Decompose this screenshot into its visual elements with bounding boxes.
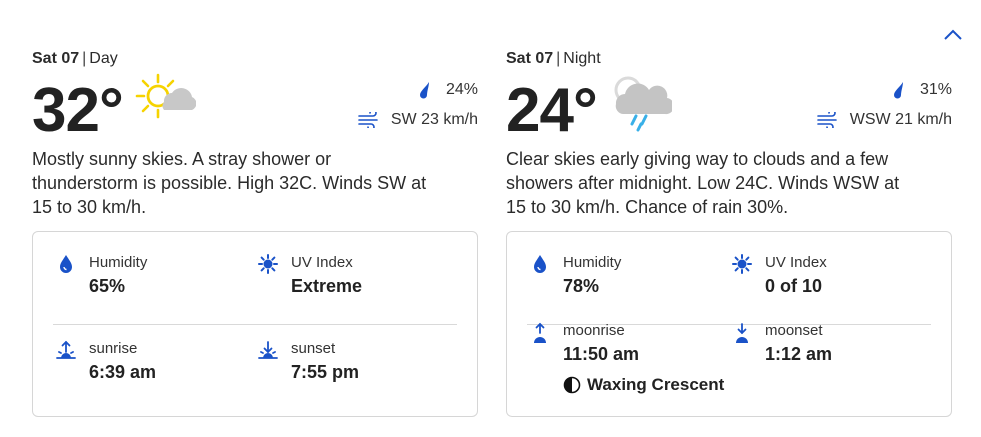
night-description: Clear skies early giving way to clouds a… — [506, 149, 900, 217]
night-humidity: Humidity 78% — [529, 254, 621, 298]
wind-icon — [816, 110, 840, 130]
day-period: Day — [89, 50, 118, 67]
wind-icon — [357, 110, 381, 130]
card-divider — [53, 324, 457, 325]
night-precipitation: 31% — [886, 80, 952, 100]
day-uv-index: UV Index Extreme — [257, 254, 362, 298]
day-precipitation: 24% — [412, 80, 478, 100]
moonrise-icon — [529, 322, 551, 344]
night-details-card: Humidity 78% UV Index 0 of 10 moonrise 1… — [506, 231, 952, 417]
night-date-line: Sat 07 | Night — [506, 50, 601, 67]
mostly-sunny-icon — [134, 72, 197, 128]
night-date: Sat 07 — [506, 50, 554, 67]
sunset-icon — [257, 340, 279, 362]
moon-phase-icon — [563, 376, 581, 394]
day-sunset: sunset 7:55 pm — [257, 340, 359, 384]
uv-sun-icon — [257, 254, 279, 276]
day-date-line: Sat 07 | Day — [32, 50, 118, 67]
night-wind: WSW 21 km/h — [816, 110, 952, 130]
moonset-icon — [731, 322, 753, 344]
day-description: Mostly sunny skies. A stray shower or th… — [32, 149, 427, 217]
day-details-card: Humidity 65% UV Index Extreme sunrise 6:… — [32, 231, 478, 417]
humidity-drop-icon — [529, 254, 551, 276]
night-period: Night — [563, 50, 601, 67]
raindrop-icon — [412, 80, 436, 100]
night-moonset: moonset 1:12 am — [731, 322, 832, 366]
moon-phase: Waxing Crescent — [563, 375, 724, 395]
day-temperature: 32° — [32, 76, 124, 145]
day-date: Sat 07 — [32, 50, 80, 67]
night-moonrise: moonrise 11:50 am — [529, 322, 639, 366]
day-forecast-panel: Sat 07 | Day 32° 24% SW 23 km/h Mostly s… — [32, 0, 478, 437]
cloud-rain-icon — [610, 72, 675, 132]
raindrop-icon — [886, 80, 910, 100]
night-uv-index: UV Index 0 of 10 — [731, 254, 827, 298]
uv-sun-icon — [731, 254, 753, 276]
humidity-drop-icon — [55, 254, 77, 276]
night-forecast-panel: Sat 07 | Night 24° 31% WSW 21 km/h Clear s… — [506, 0, 952, 437]
sunrise-icon — [55, 340, 77, 362]
night-temperature: 24° — [506, 76, 598, 145]
day-wind: SW 23 km/h — [357, 110, 478, 130]
day-humidity: Humidity 65% — [55, 254, 147, 298]
day-sunrise: sunrise 6:39 am — [55, 340, 156, 384]
